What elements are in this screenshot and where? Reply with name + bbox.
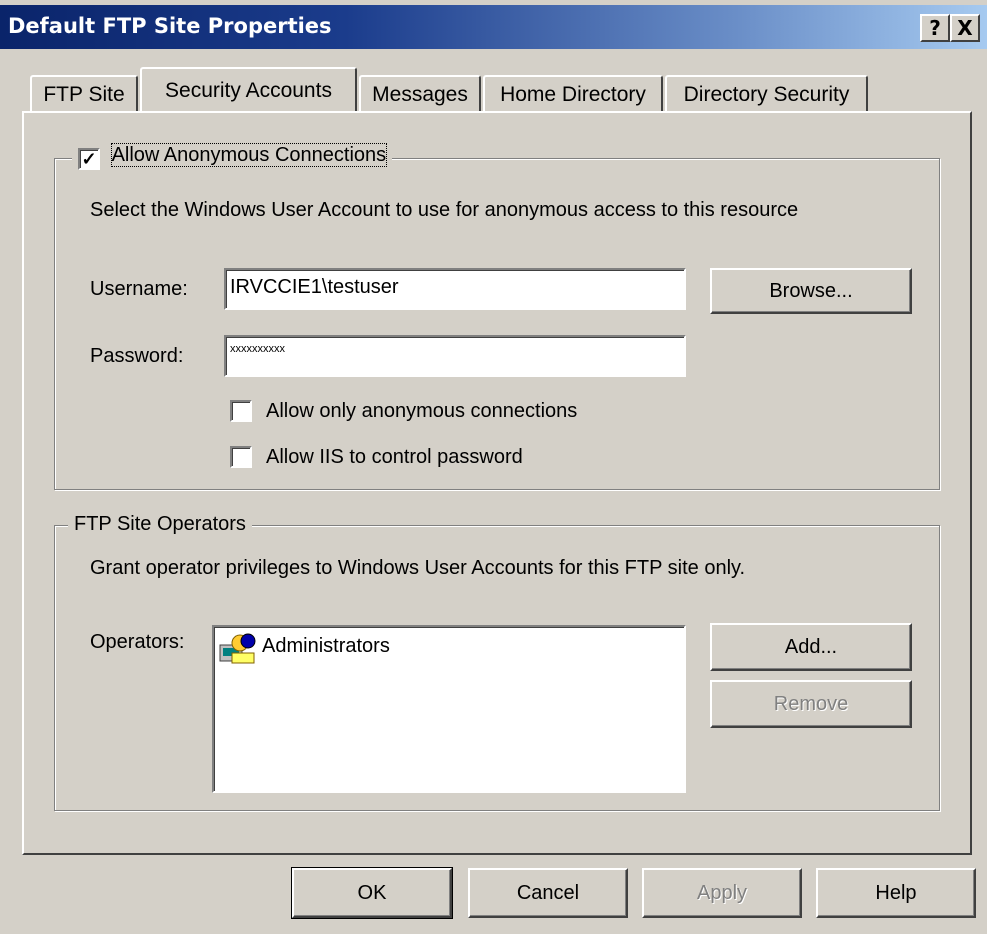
remove-button[interactable]: Remove — [710, 680, 912, 728]
tab-messages[interactable]: Messages — [359, 75, 481, 111]
browse-button[interactable]: Browse... — [710, 268, 912, 314]
iis-control-label[interactable]: Allow IIS to control password — [266, 446, 523, 469]
only-anonymous-label[interactable]: Allow only anonymous connections — [266, 400, 577, 423]
tab-directory-security[interactable]: Directory Security — [665, 75, 868, 111]
anonymous-legend: ✓ Allow Anonymous Connections — [72, 143, 393, 170]
operators-list[interactable]: Administrators — [212, 625, 686, 793]
only-anonymous-checkbox[interactable] — [230, 400, 252, 422]
group-users-icon — [219, 633, 256, 664]
help-button[interactable]: Help — [816, 868, 976, 918]
username-label: Username: — [90, 278, 188, 300]
password-label: Password: — [90, 345, 184, 367]
operators-legend: FTP Site Operators — [68, 513, 252, 536]
iis-control-checkbox[interactable] — [230, 446, 252, 468]
window-title: Default FTP Site Properties — [8, 14, 332, 38]
operators-label: Operators: — [90, 631, 185, 653]
allow-anonymous-checkbox[interactable]: ✓ — [78, 148, 100, 170]
password-input[interactable]: xxxxxxxxxx — [224, 335, 686, 377]
operators-description: Grant operator privileges to Windows Use… — [90, 557, 746, 579]
tab-security-accounts[interactable]: Security Accounts — [140, 67, 357, 111]
cancel-button[interactable]: Cancel — [468, 868, 628, 918]
ok-button[interactable]: OK — [291, 867, 453, 919]
allow-anonymous-label[interactable]: Allow Anonymous Connections — [110, 143, 388, 167]
anonymous-description: Select the Windows User Account to use f… — [90, 199, 799, 221]
apply-button[interactable]: Apply — [642, 868, 802, 918]
operator-administrators: Administrators — [262, 635, 390, 657]
tab-panel: ✓ Allow Anonymous Connections Select the… — [22, 111, 972, 855]
properties-dialog: Default FTP Site Properties ? X FTP Site… — [0, 0, 987, 934]
tab-ftp-site[interactable]: FTP Site — [30, 75, 138, 111]
username-input[interactable]: IRVCCIE1\testuser — [224, 268, 686, 310]
help-icon[interactable]: ? — [920, 14, 950, 42]
add-button[interactable]: Add... — [710, 623, 912, 671]
title-bar[interactable]: Default FTP Site Properties ? X — [0, 5, 987, 49]
tab-home-directory[interactable]: Home Directory — [483, 75, 663, 111]
close-icon[interactable]: X — [950, 14, 980, 42]
